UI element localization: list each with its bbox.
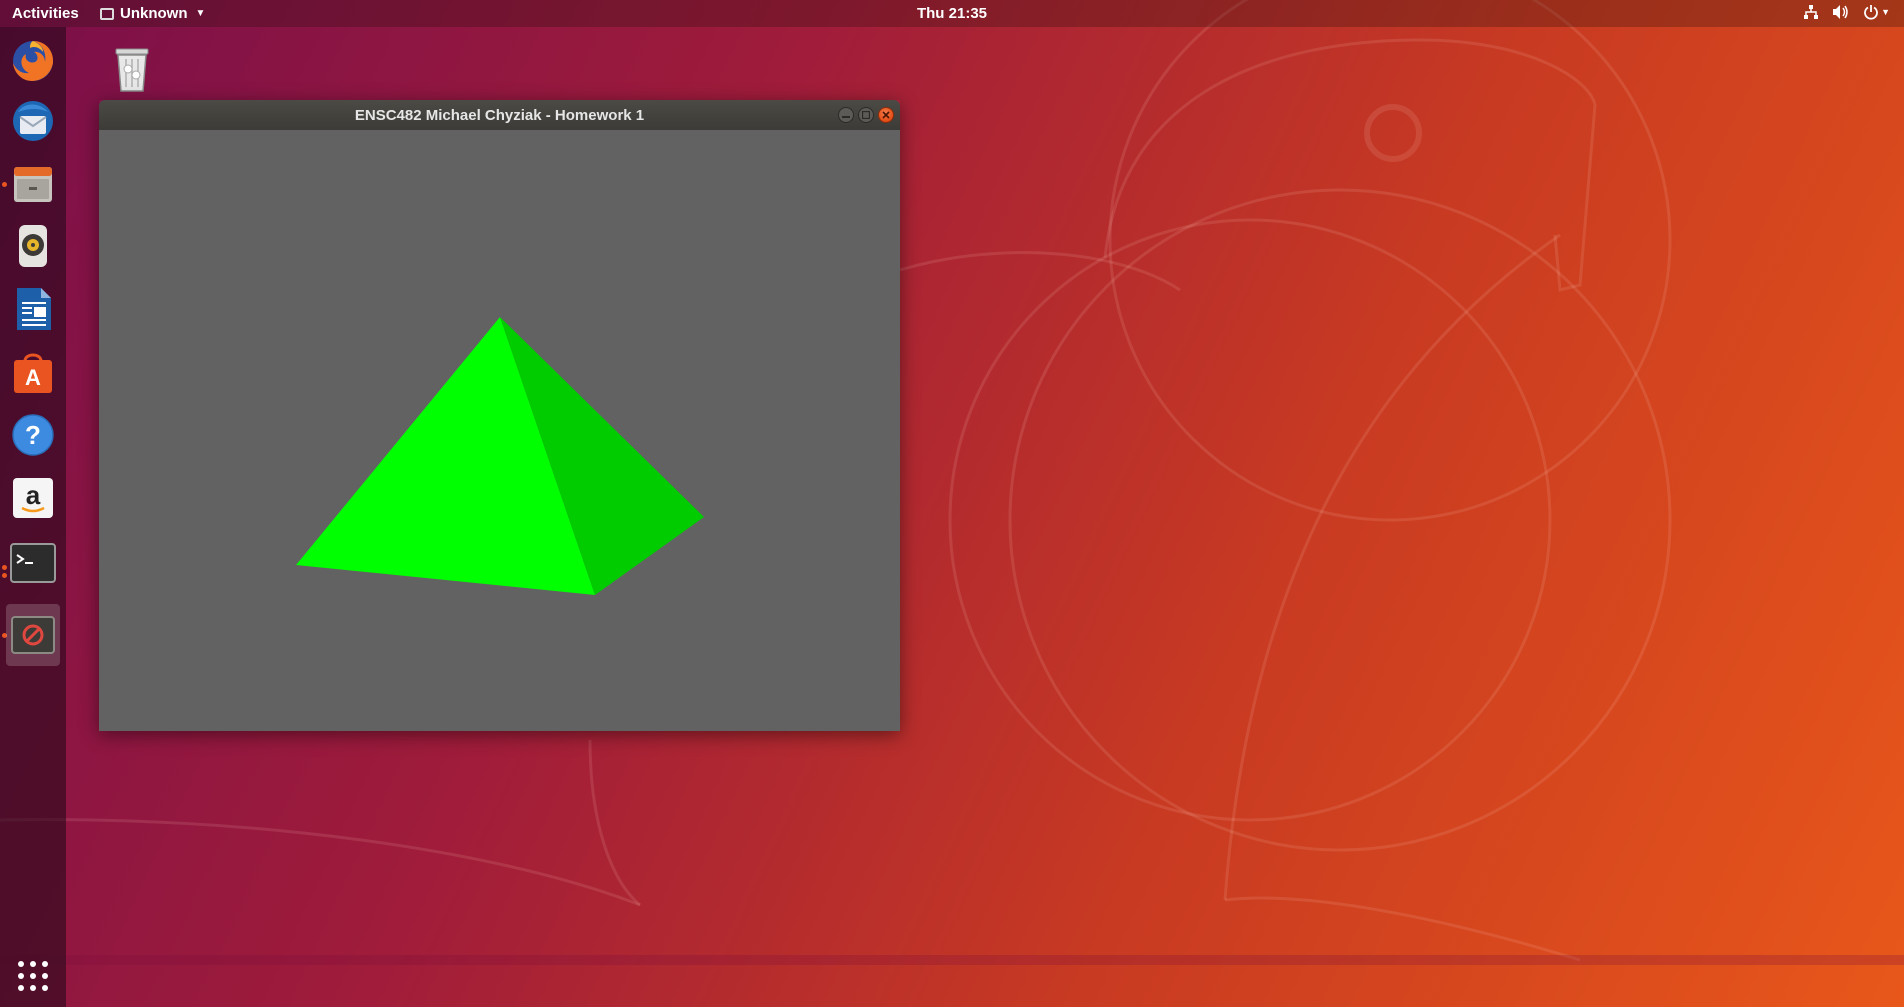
network-icon[interactable] [1803, 4, 1819, 20]
system-tray[interactable]: ▼ [1803, 4, 1890, 20]
thunderbird-icon [13, 101, 53, 141]
svg-text:?: ? [25, 420, 41, 450]
pyramid-scene [296, 317, 704, 595]
minimize-button[interactable] [838, 107, 854, 123]
clock[interactable]: Thu 21:35 [917, 5, 987, 22]
terminal-icon [10, 543, 56, 583]
rhythmbox-icon [19, 225, 47, 267]
dock-item-thunderbird[interactable] [6, 92, 60, 150]
maximize-icon [862, 111, 870, 119]
power-menu[interactable]: ▼ [1863, 4, 1890, 20]
power-icon [1864, 5, 1878, 20]
window-titlebar[interactable]: ENSC482 Michael Chyziak - Homework 1 [99, 100, 900, 130]
dock-item-rhythmbox[interactable] [6, 217, 60, 275]
window-title: ENSC482 Michael Chyziak - Homework 1 [354, 107, 645, 124]
svg-text:a: a [26, 480, 41, 510]
volume-icon[interactable] [1832, 4, 1850, 20]
show-applications-button[interactable] [6, 947, 60, 1005]
desktop-trash[interactable] [110, 45, 154, 100]
app-menu-label: Unknown [120, 5, 188, 22]
help-icon: ? [12, 414, 54, 456]
app-menu-icon [100, 7, 114, 20]
dock-item-firefox[interactable] [6, 32, 60, 90]
close-button[interactable] [878, 107, 894, 123]
trash-icon [115, 48, 149, 92]
dock-item-files[interactable] [6, 155, 60, 213]
maximize-button[interactable] [858, 107, 874, 123]
files-icon [14, 167, 52, 202]
activities-button[interactable]: Activities [12, 5, 79, 22]
top-bar: Activities Unknown ▼ Thu 21:35 ▼ [0, 0, 1904, 27]
app-menu[interactable]: Unknown ▼ [100, 5, 205, 22]
homework-window[interactable]: ENSC482 Michael Chyziak - Homework 1 [99, 100, 900, 731]
dock-item-help[interactable]: ? [6, 406, 60, 464]
dock-item-homework-window[interactable] [6, 604, 60, 666]
dock-item-software[interactable]: A [6, 343, 60, 401]
opengl-canvas[interactable] [99, 130, 900, 731]
firefox-icon [13, 41, 54, 81]
close-icon [882, 111, 890, 119]
chevron-down-icon: ▼ [1881, 7, 1890, 17]
software-icon: A [14, 353, 52, 393]
svg-text:A: A [25, 365, 41, 390]
dock: A ? a [0, 27, 66, 1007]
dock-item-writer[interactable] [6, 280, 60, 338]
amazon-icon: a [13, 478, 53, 518]
writer-icon [17, 288, 51, 330]
app-window-icon [11, 616, 55, 654]
dock-item-amazon[interactable]: a [6, 469, 60, 527]
grid-icon [18, 961, 48, 991]
chevron-down-icon: ▼ [195, 8, 206, 19]
minimize-icon [842, 116, 850, 118]
dock-item-terminal[interactable] [6, 534, 60, 592]
